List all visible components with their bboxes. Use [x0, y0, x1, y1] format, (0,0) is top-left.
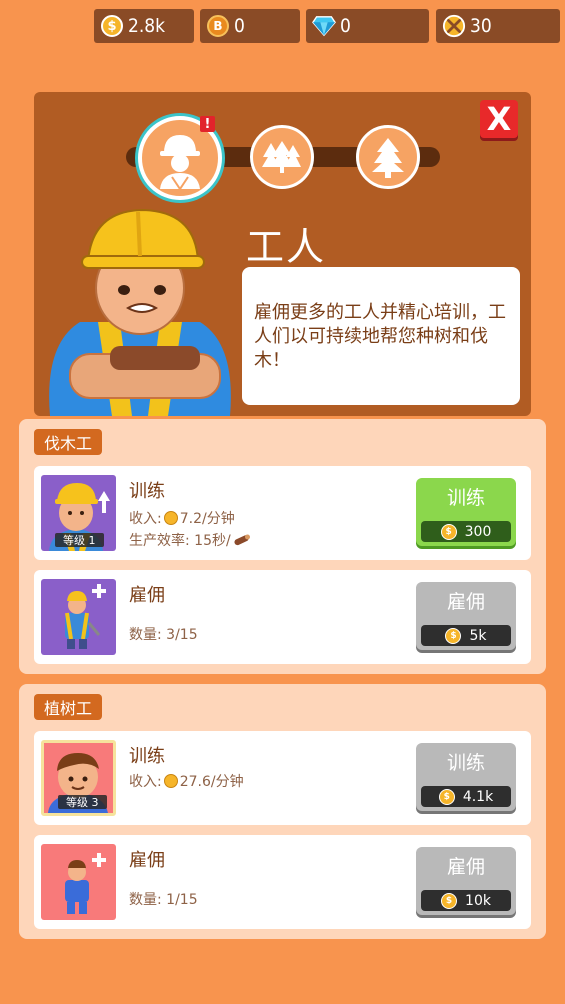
price-tag: $ 10k — [421, 890, 511, 911]
button-label: 训练 — [446, 487, 485, 509]
planter-hire-avatar — [41, 844, 116, 920]
tree-icon — [372, 138, 404, 178]
price-tag: $ 5k — [421, 625, 511, 646]
count-line: 数量: 1/15 — [129, 889, 198, 909]
description-text: 雇佣更多的工人并精心培训，工人们以可持续地帮您种树和伐木！ — [254, 302, 506, 371]
train-button[interactable]: 训练 $ 300 — [416, 478, 516, 546]
lumberjack-section: 伐木工 等级 1 训练 收入: 7.2/分钟 生产效率: 15秒/ 训练 $ 3… — [19, 419, 546, 674]
hire-button[interactable]: 雇佣 $ 5k — [416, 582, 516, 650]
diamond-counter[interactable]: 0 — [306, 9, 429, 43]
worker-panel: ! X 工人 雇佣更多的工人并精心培训，工人们以可持续地帮您种树和伐木！ — [34, 92, 531, 416]
price-value: 10k — [465, 892, 491, 909]
crossed-axes-badge-icon — [442, 14, 466, 38]
coin-icon — [163, 511, 178, 525]
level-badge: 等级 3 — [58, 795, 107, 809]
coin-counter[interactable]: $ 2.8k — [94, 9, 194, 43]
section-tag: 植树工 — [34, 694, 103, 720]
description-bubble: 雇佣更多的工人并精心培训，工人们以可持续地帮您种树和伐木！ — [242, 267, 520, 405]
bitcoin-counter[interactable]: B 0 — [200, 9, 300, 43]
count-line: 数量: 3/15 — [129, 624, 198, 644]
train-button[interactable]: 训练 $ 4.1k — [416, 743, 516, 811]
close-icon: X — [486, 100, 512, 138]
income-value: 7.2/分钟 — [179, 511, 235, 527]
worker-icon — [160, 135, 200, 189]
income-label: 收入: — [129, 511, 162, 527]
income-line: 收入: 7.2/分钟 — [129, 508, 235, 528]
coin-icon — [163, 774, 178, 788]
button-label: 雇佣 — [446, 856, 485, 878]
small-trees-icon — [262, 141, 301, 173]
count-text: 数量: 3/15 — [129, 627, 198, 643]
hire-button[interactable]: 雇佣 $ 10k — [416, 847, 516, 915]
planter-train-card: 等级 3 训练 收入: 27.6/分钟 训练 $ 4.1k — [34, 731, 531, 825]
card-title: 训练 — [129, 746, 165, 767]
coin-icon: $ — [440, 523, 457, 540]
alert-badge: ! — [200, 116, 215, 132]
sapling-node[interactable] — [250, 125, 314, 189]
coin-icon: $ — [441, 892, 458, 909]
price-tag: $ 4.1k — [421, 786, 511, 807]
coin-icon: $ — [445, 627, 462, 644]
efficiency-text: 生产效率: 15秒/ — [129, 533, 231, 549]
resource-bar: $ 2.8k B 0 0 30 — [0, 9, 565, 43]
coin-icon: $ — [438, 788, 455, 805]
diamond-icon — [312, 14, 336, 38]
price-value: 4.1k — [462, 788, 494, 805]
card-title: 雇佣 — [129, 585, 165, 606]
lumberjack-hire-avatar — [41, 579, 116, 655]
coin-value: 2.8k — [128, 15, 166, 37]
section-tag: 伐木工 — [34, 429, 103, 455]
button-label: 训练 — [446, 752, 485, 774]
income-line: 收入: 27.6/分钟 — [129, 771, 244, 791]
close-button[interactable]: X — [480, 100, 518, 138]
count-text: 数量: 1/15 — [129, 892, 198, 908]
badge-value: 30 — [470, 15, 492, 37]
diamond-value: 0 — [340, 15, 351, 37]
income-value: 27.6/分钟 — [179, 774, 244, 790]
planter-avatar: 等级 3 — [41, 740, 116, 816]
panel-title: 工人 — [246, 225, 327, 269]
worker-character-illustration — [40, 204, 240, 416]
level-badge: 等级 1 — [55, 533, 104, 547]
price-value: 300 — [464, 523, 492, 540]
card-title: 训练 — [129, 481, 165, 502]
tree-node[interactable] — [356, 125, 420, 189]
coin-icon: $ — [100, 14, 124, 38]
bitcoin-value: 0 — [234, 15, 245, 37]
lumberjack-avatar: 等级 1 — [41, 475, 116, 551]
income-label: 收入: — [129, 774, 162, 790]
price-value: 5k — [469, 627, 487, 644]
lumberjack-hire-card: 雇佣 数量: 3/15 雇佣 $ 5k — [34, 570, 531, 664]
efficiency-line: 生产效率: 15秒/ — [129, 530, 251, 550]
bitcoin-icon: B — [206, 14, 230, 38]
badge-counter[interactable]: 30 — [436, 9, 560, 43]
planter-hire-card: 雇佣 数量: 1/15 雇佣 $ 10k — [34, 835, 531, 929]
button-label: 雇佣 — [446, 591, 485, 613]
planter-section: 植树工 等级 3 训练 收入: 27.6/分钟 训练 $ 4.1k 雇佣 数量:… — [19, 684, 546, 939]
price-tag: $ 300 — [421, 521, 511, 542]
lumberjack-train-card: 等级 1 训练 收入: 7.2/分钟 生产效率: 15秒/ 训练 $ 300 — [34, 466, 531, 560]
card-title: 雇佣 — [129, 850, 165, 871]
log-icon — [234, 534, 250, 546]
